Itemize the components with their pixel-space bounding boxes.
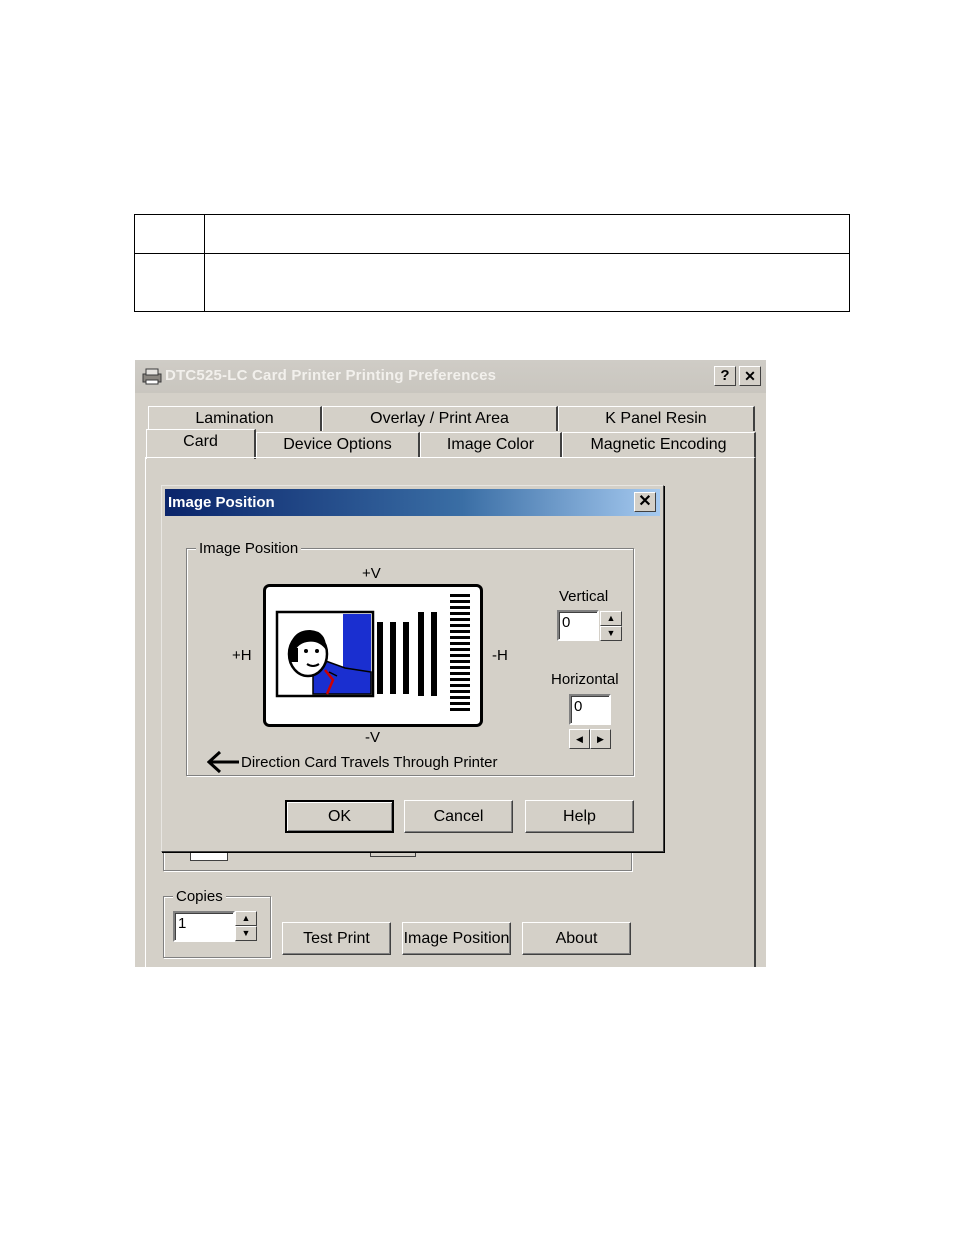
window-help-button[interactable]: ? [714, 366, 736, 386]
table-column-divider [204, 215, 205, 311]
direction-label: Direction Card Travels Through Printer [241, 754, 498, 771]
printer-icon [142, 368, 162, 385]
horizontal-input[interactable]: 0 [569, 694, 611, 725]
tab-device-options[interactable]: Device Options [256, 432, 420, 457]
minus-v-label: -V [365, 729, 380, 746]
tab-k-panel-resin[interactable]: K Panel Resin [558, 406, 755, 431]
spin-down-icon[interactable]: ▼ [600, 626, 622, 641]
plus-h-label: +H [232, 647, 252, 664]
horizontal-label: Horizontal [551, 671, 619, 688]
plus-v-label: +V [362, 565, 381, 582]
dialog-close-button[interactable]: ✕ [634, 492, 656, 512]
image-position-button[interactable]: Image Position [402, 922, 511, 955]
tab-overlay-print-area[interactable]: Overlay / Print Area [322, 406, 558, 431]
copies-label: Copies [173, 888, 226, 905]
dialog-titlebar: Image Position ✕ [165, 489, 660, 516]
image-position-group-label: Image Position [196, 540, 302, 557]
arrow-left-icon [207, 750, 239, 774]
about-button[interactable]: About [522, 922, 631, 955]
spin-up-icon[interactable]: ▲ [235, 911, 257, 926]
spin-right-icon[interactable]: ▶ [590, 729, 611, 749]
test-print-button[interactable]: Test Print [282, 922, 391, 955]
minus-h-label: -H [492, 647, 508, 664]
spin-left-icon[interactable]: ◀ [569, 729, 590, 749]
tab-lamination[interactable]: Lamination [148, 406, 322, 431]
document-table [134, 214, 850, 312]
ok-button[interactable]: OK [285, 800, 394, 833]
cancel-button[interactable]: Cancel [404, 800, 513, 833]
image-position-dialog: Image Position ✕ Image Position +V -V +H… [161, 485, 664, 852]
help-button[interactable]: Help [525, 800, 634, 833]
window-title: DTC525-LC Card Printer Printing Preferen… [165, 367, 497, 384]
dialog-title: Image Position [168, 494, 275, 511]
tab-image-color[interactable]: Image Color [420, 432, 562, 457]
tab-magnetic-encoding[interactable]: Magnetic Encoding [562, 432, 756, 457]
window-close-button[interactable]: ✕ [739, 366, 761, 386]
vertical-input[interactable]: 0 [557, 610, 599, 641]
table-row-divider [135, 253, 849, 254]
copies-input[interactable]: 1 [173, 911, 235, 942]
spin-up-icon[interactable]: ▲ [600, 611, 622, 626]
spin-down-icon[interactable]: ▼ [235, 926, 257, 941]
tab-card[interactable]: Card [146, 429, 256, 459]
vertical-label: Vertical [559, 588, 609, 605]
window-titlebar: DTC525-LC Card Printer Printing Preferen… [135, 360, 766, 393]
card-illustration [263, 584, 483, 727]
